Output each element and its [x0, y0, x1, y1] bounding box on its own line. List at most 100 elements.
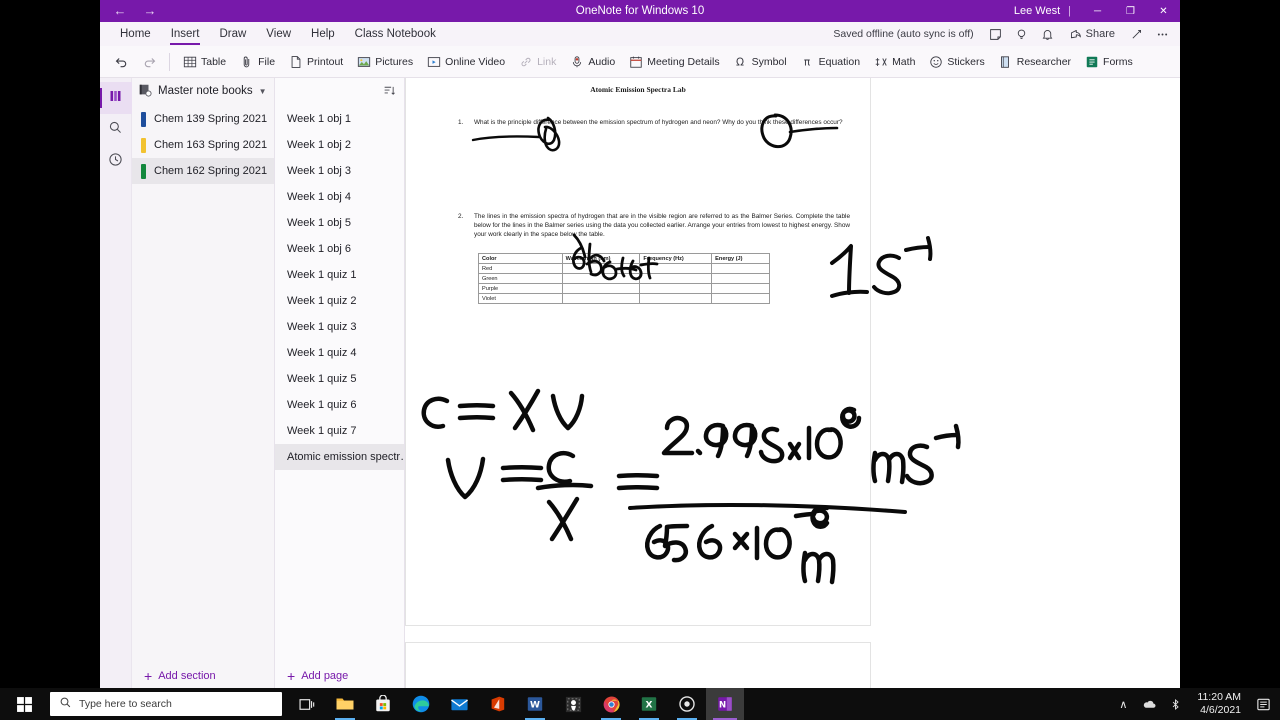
tab-draw[interactable]: Draw	[209, 22, 256, 46]
add-page-button[interactable]: + Add page	[275, 662, 404, 688]
question-1-text: What is the principle difference between…	[474, 119, 843, 126]
insert-audio-button[interactable]: Audio	[563, 47, 621, 77]
page-item[interactable]: Week 1 obj 3	[275, 158, 404, 184]
insert-link-button[interactable]: Link	[512, 47, 562, 77]
page-item[interactable]: Week 1 quiz 4	[275, 340, 404, 366]
page-item[interactable]: Week 1 quiz 1	[275, 262, 404, 288]
page-item[interactable]: Week 1 obj 2	[275, 132, 404, 158]
chrome-icon[interactable]	[592, 688, 630, 720]
add-section-button[interactable]: + Add section	[132, 662, 274, 688]
task-view-icon[interactable]	[288, 688, 326, 720]
section-item-chem-162[interactable]: Chem 162 Spring 2021	[132, 158, 274, 184]
table-header-row: Color Wavelength (nm) Frequency (Hz) Ene…	[478, 253, 770, 264]
section-color-swatch	[141, 163, 146, 179]
page-title: Atomic Emission Spectra Lab	[590, 85, 686, 94]
windows-start-icon[interactable]	[0, 688, 48, 720]
insert-symbol-button[interactable]: Ω Symbol	[727, 47, 793, 77]
undo-button[interactable]	[108, 47, 135, 77]
insert-math-button[interactable]: Math	[867, 47, 921, 77]
bluetooth-icon[interactable]	[1162, 688, 1188, 720]
insert-stickers-button[interactable]: Stickers	[922, 47, 990, 77]
cell-frequency	[639, 293, 713, 304]
rail-recent-button[interactable]	[100, 146, 132, 178]
search-input[interactable]: Type here to search	[50, 692, 282, 716]
question-1-number: 1.	[458, 119, 464, 126]
notification-icon[interactable]	[1250, 688, 1276, 720]
sticky-note-icon[interactable]	[984, 22, 1008, 46]
rail-notebooks-button[interactable]	[100, 82, 132, 114]
svg-text:W: W	[530, 701, 540, 711]
undo-icon	[114, 54, 129, 69]
microsoft-store-icon[interactable]	[364, 688, 402, 720]
page-item-atomic-emission-spectra[interactable]: Atomic emission spectr…	[275, 444, 404, 470]
snipping-tool-icon[interactable]	[554, 688, 592, 720]
page-item[interactable]: Week 1 obj 5	[275, 210, 404, 236]
page-item[interactable]: Week 1 obj 4	[275, 184, 404, 210]
insert-meeting-details-button[interactable]: Meeting Details	[622, 47, 725, 77]
share-icon	[1070, 29, 1081, 38]
page-item[interactable]: Week 1 quiz 6	[275, 392, 404, 418]
insert-table-button[interactable]: Table	[176, 47, 232, 77]
insert-equation-button[interactable]: π Equation	[794, 47, 866, 77]
microsoft-edge-icon[interactable]	[402, 688, 440, 720]
bell-icon[interactable]	[1036, 22, 1060, 46]
page-item[interactable]: Week 1 quiz 2	[275, 288, 404, 314]
insert-file-button[interactable]: File	[233, 47, 281, 77]
camtasia-recorder-icon[interactable]	[668, 688, 706, 720]
online-video-icon	[426, 54, 441, 69]
section-item-chem-139[interactable]: Chem 139 Spring 2021	[132, 106, 274, 132]
insert-pictures-button[interactable]: Pictures	[350, 47, 419, 77]
file-explorer-icon[interactable]	[326, 688, 364, 720]
share-button[interactable]: Share	[1062, 22, 1122, 46]
expand-icon[interactable]	[1124, 22, 1148, 46]
cell-color: Green	[478, 273, 563, 284]
insert-printout-button[interactable]: Printout	[282, 47, 349, 77]
title-separator: |	[1068, 5, 1071, 17]
tab-insert[interactable]: Insert	[161, 22, 210, 46]
note-canvas[interactable]: Atomic Emission Spectra Lab 1. What is t…	[405, 78, 1180, 688]
notebook-header[interactable]: Master note books ▼	[132, 78, 274, 104]
rail-search-button[interactable]	[100, 114, 132, 146]
column-header-color: Color	[478, 253, 563, 264]
mail-icon[interactable]	[440, 688, 478, 720]
onenote-icon[interactable]: N	[706, 688, 744, 720]
minimize-button[interactable]: ─	[1081, 0, 1114, 22]
left-rail	[100, 78, 132, 688]
printout-icon	[288, 54, 303, 69]
tab-help[interactable]: Help	[301, 22, 345, 46]
insert-online-video-button[interactable]: Online Video	[420, 47, 511, 77]
cell-color: Red	[478, 263, 563, 274]
close-button[interactable]: ✕	[1147, 0, 1180, 22]
tab-class-notebook[interactable]: Class Notebook	[345, 22, 446, 46]
insert-researcher-button[interactable]: Researcher	[992, 47, 1077, 77]
sort-icon[interactable]	[383, 84, 396, 102]
tray-chevron-up-icon[interactable]: ∧	[1110, 688, 1136, 720]
chevron-down-icon[interactable]: ▼	[259, 87, 267, 96]
table-row: Purple	[478, 283, 770, 294]
lightbulb-icon[interactable]	[1010, 22, 1034, 46]
tab-view[interactable]: View	[256, 22, 301, 46]
forward-button[interactable]: →	[142, 0, 158, 22]
page-item[interactable]: Week 1 obj 1	[275, 106, 404, 132]
page-item[interactable]: Week 1 quiz 5	[275, 366, 404, 392]
pages-header	[275, 78, 404, 104]
page-item[interactable]: Week 1 obj 6	[275, 236, 404, 262]
maximize-button[interactable]: ❐	[1114, 0, 1147, 22]
page-item[interactable]: Week 1 quiz 7	[275, 418, 404, 444]
redo-button[interactable]	[136, 47, 163, 77]
page-item[interactable]: Week 1 quiz 3	[275, 314, 404, 340]
excel-icon[interactable]: X	[630, 688, 668, 720]
section-item-chem-163[interactable]: Chem 163 Spring 2021	[132, 132, 274, 158]
tab-home[interactable]: Home	[110, 22, 161, 46]
stickers-icon	[928, 54, 943, 69]
more-icon[interactable]	[1150, 22, 1174, 46]
onedrive-icon[interactable]	[1136, 688, 1162, 720]
clock[interactable]: 11:20 AM 4/6/2021	[1188, 688, 1250, 720]
back-button[interactable]: ←	[112, 0, 128, 22]
insert-forms-button[interactable]: Forms	[1078, 47, 1139, 77]
user-name[interactable]: Lee West	[1014, 5, 1060, 17]
word-icon[interactable]: W	[516, 688, 554, 720]
insert-forms-label: Forms	[1103, 55, 1133, 68]
office-icon[interactable]	[478, 688, 516, 720]
notebook-icon	[138, 83, 152, 100]
